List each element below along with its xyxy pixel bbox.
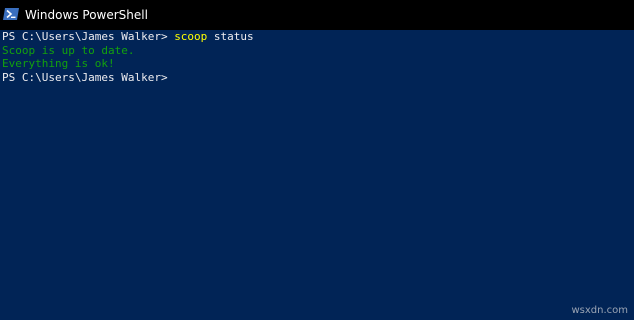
- prompt: PS C:\Users\James Walker>: [2, 70, 168, 84]
- title-bar[interactable]: Windows PowerShell: [0, 0, 634, 30]
- command-name: scoop: [174, 30, 208, 43]
- output-line: Scoop is up to date.: [2, 43, 135, 57]
- console-line: PS C:\Users\James Walker>: [2, 71, 168, 85]
- watermark: wsxdn.com: [571, 305, 628, 316]
- command-args: status: [207, 30, 254, 43]
- powershell-icon: [3, 8, 19, 20]
- console-area[interactable]: PS C:\Users\James Walker> scoop status S…: [0, 30, 634, 320]
- console-line: PS C:\Users\James Walker> scoop status: [2, 30, 254, 44]
- output-line: Everything is ok!: [2, 57, 115, 70]
- powershell-window: Windows PowerShell PS C:\Users\James Wal…: [0, 0, 634, 320]
- prompt: PS C:\Users\James Walker>: [2, 30, 175, 43]
- window-title: Windows PowerShell: [25, 8, 148, 22]
